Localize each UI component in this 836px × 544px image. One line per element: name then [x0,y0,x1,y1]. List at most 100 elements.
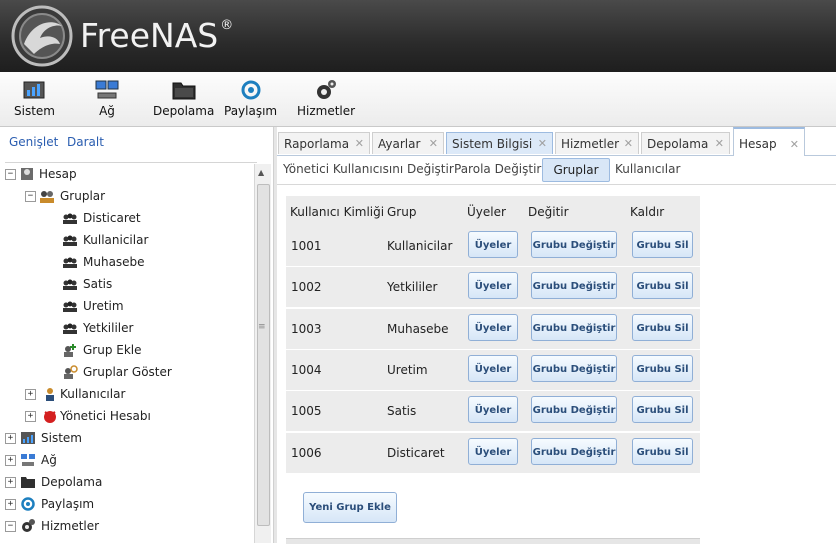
tree-item[interactable]: − Hesap [5,163,255,185]
close-icon[interactable]: ✕ [538,133,547,155]
tab-settings[interactable]: Ayarlar ✕ [372,132,444,154]
tab-storage[interactable]: Depolama ✕ [641,132,730,154]
tab-label: Ayarlar [378,137,421,151]
tab-reporting[interactable]: Raporlama ✕ [278,132,370,154]
tab-services[interactable]: Hizmetler ✕ [555,132,639,154]
column-header-group: Grup [387,205,417,219]
expand-icon[interactable]: + [5,433,16,444]
collapse-icon[interactable]: − [5,169,16,180]
delete-group-button[interactable]: Grubu Sil [632,313,693,341]
toolbar-storage-label: Depolama [153,104,215,118]
members-button[interactable]: Üyeler [468,272,518,300]
tree-item[interactable]: Uretim [5,295,255,317]
toolbar-system-label: Sistem [14,104,55,118]
close-icon[interactable]: ✕ [429,133,438,155]
tree-controls: Genişlet Daralt [0,127,275,157]
group-name-cell: Disticaret [387,445,445,460]
scroll-up-arrow-icon[interactable]: ▲ [258,168,264,177]
tree-item[interactable]: − Hizmetler [5,515,255,537]
expand-icon[interactable]: + [5,499,16,510]
user-id-cell: 1005 [291,404,322,419]
group-name-cell: Muhasebe [387,321,449,336]
tree-item[interactable]: + Paylaşım [5,493,255,515]
services-icon [22,519,35,532]
edit-group-button[interactable]: Grubu Değiştir [531,354,617,382]
delete-group-button[interactable]: Grubu Sil [632,437,693,465]
trademark: ® [220,18,234,33]
delete-group-button[interactable]: Grubu Sil [632,396,693,424]
network-icon [21,454,35,466]
expand-icon[interactable]: + [25,411,36,422]
panel-splitter[interactable] [273,127,277,543]
tree-item[interactable]: + Depolama [5,471,255,493]
table-footer-strip [286,538,700,544]
members-button[interactable]: Üyeler [468,354,518,382]
members-button[interactable]: Üyeler [468,231,518,258]
delete-group-button[interactable]: Grubu Sil [632,354,693,382]
close-icon[interactable]: ✕ [355,133,364,155]
close-icon[interactable]: ✕ [715,133,724,155]
tree-item[interactable]: + Sistem [5,427,255,449]
group-icon [63,257,77,268]
edit-group-button[interactable]: Grubu Değiştir [531,437,617,465]
user-id-cell: 1002 [291,280,322,295]
expand-all-link[interactable]: Genişlet [9,135,58,149]
members-button[interactable]: Üyeler [468,313,518,341]
view-groups-icon [64,365,78,379]
delete-group-button[interactable]: Grubu Sil [632,231,693,258]
members-button[interactable]: Üyeler [468,396,518,424]
expand-icon[interactable]: + [25,389,36,400]
delete-group-button[interactable]: Grubu Sil [632,272,693,300]
column-header-delete: Kaldır [630,205,665,219]
scroll-thumb[interactable] [257,184,270,526]
members-button[interactable]: Üyeler [468,437,518,465]
group-icon [63,323,77,334]
toolbar-storage-button[interactable]: Depolama [153,78,214,118]
tree-item[interactable]: − Gruplar [5,185,255,207]
tree-item-label: Paylaşım [41,497,95,511]
tree-item[interactable]: Kullanicilar [5,229,255,251]
freenas-logo-icon [11,5,73,67]
tree-item[interactable]: + Kullanıcılar [5,383,255,405]
user-id-cell: 1001 [291,239,322,253]
tree-item[interactable]: Disticaret [5,207,255,229]
tree-item[interactable]: Gruplar Göster [5,361,255,383]
groups-subnav-tab[interactable]: Gruplar [542,158,610,182]
toolbar-network-button[interactable]: Ağ [95,78,119,118]
sharing-icon [21,497,35,511]
edit-group-button[interactable]: Grubu Değiştir [531,272,617,300]
app-name: FreeNAS [80,16,219,55]
expand-icon[interactable]: + [5,477,16,488]
collapse-icon[interactable]: − [5,521,16,532]
tree-item[interactable]: + Yönetici Hesabı [5,405,255,427]
tree-item-label: Uretim [83,299,124,313]
toolbar-sharing-button[interactable]: Paylaşım [224,78,277,118]
edit-group-button[interactable]: Grubu Değiştir [531,313,617,341]
tree-item[interactable]: Muhasebe [5,251,255,273]
collapse-all-link[interactable]: Daralt [67,135,104,149]
tree-item[interactable]: Grup Ekle [5,339,255,361]
tree-scrollbar[interactable]: ▲ ≡ [254,164,271,543]
tree-item[interactable]: + Ağ [5,449,255,471]
tree-item[interactable]: Satis [5,273,255,295]
group-icon [63,213,77,224]
close-icon[interactable]: ✕ [624,133,633,155]
collapse-icon[interactable]: − [25,191,36,202]
account-subnav: Yönetici Kullanıcısını Değiştir Parola D… [277,156,836,185]
expand-icon[interactable]: + [5,455,16,466]
tree-item-label: Sistem [41,431,82,445]
add-new-group-button[interactable]: Yeni Grup Ekle [303,492,397,523]
tab-system-info[interactable]: Sistem Bilgisi ✕ [446,132,553,154]
change-admin-user-link[interactable]: Yönetici Kullanıcısını Değiştir [283,162,454,176]
tab-account[interactable]: Hesap ✕ [733,127,805,156]
change-password-link[interactable]: Parola Değiştir [454,162,541,176]
app-logo-text: FreeNAS ® [80,16,233,55]
tree-item[interactable]: Yetkililer [5,317,255,339]
toolbar-system-button[interactable]: Sistem [14,78,55,118]
table-row: 1006 Disticaret Üyeler Grubu Değiştir Grubu … [286,432,700,475]
users-subnav-link[interactable]: Kullanıcılar [615,162,680,176]
edit-group-button[interactable]: Grubu Değiştir [531,396,617,424]
admin-icon [44,411,56,423]
edit-group-button[interactable]: Grubu Değiştir [531,231,617,258]
toolbar-services-button[interactable]: Hizmetler [297,78,355,118]
